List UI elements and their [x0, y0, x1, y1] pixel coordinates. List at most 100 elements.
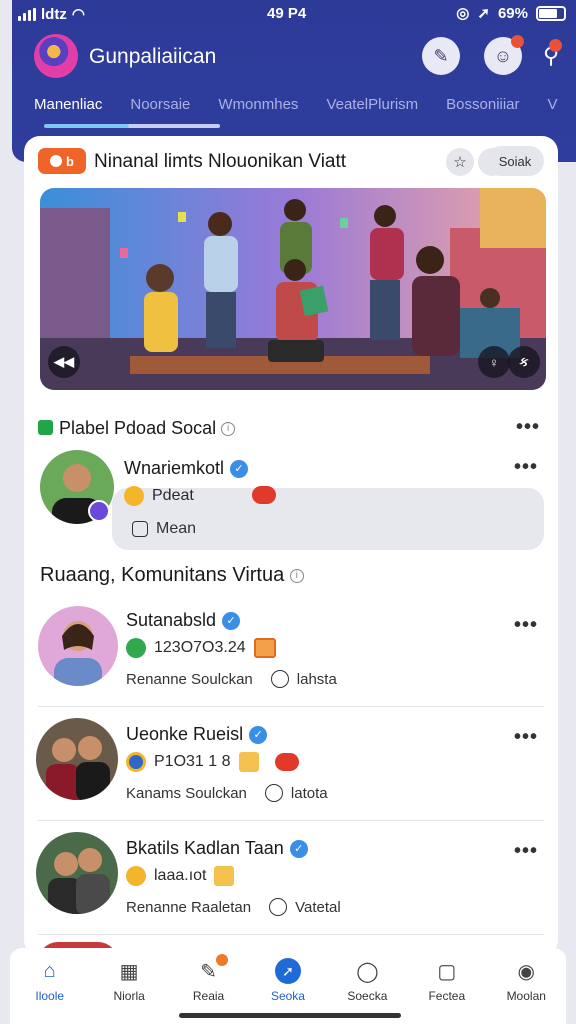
reply-label: Mean: [156, 520, 197, 537]
user-sub: Renanne Soulckan lahsta: [126, 670, 337, 688]
nav-label: Moolan: [506, 989, 546, 1003]
alarm-icon: ◎: [456, 5, 470, 22]
nav-calendar[interactable]: ▦ Niorla: [89, 948, 168, 1024]
user-name-text: Bkatils Kadlan Taan: [126, 838, 284, 858]
radio-icon[interactable]: [269, 898, 288, 916]
section-icon: [38, 419, 53, 435]
chat-icon: ◯: [356, 960, 379, 983]
divider: [38, 934, 544, 935]
user-name-text: Sutanabsld: [126, 610, 217, 630]
live-badge-label: b: [66, 153, 74, 169]
badge-icon: [126, 752, 146, 772]
nav-label: Fectea: [428, 989, 466, 1003]
section-title-text: Plabel Pdoad Socal: [59, 418, 217, 438]
more-options-button[interactable]: •••: [516, 416, 540, 439]
nav-badge: [215, 954, 228, 966]
clipboard-icon: ▢: [437, 960, 457, 983]
user-name[interactable]: Bkatils Kadlan Taan ✓: [126, 838, 308, 859]
nav-label: Niorla: [113, 989, 145, 1003]
home-icon: ⌂: [43, 959, 56, 982]
user-sub-right: latota: [290, 784, 328, 802]
hero-prev-button[interactable]: ◀◀: [48, 346, 80, 378]
tab-3[interactable]: VeatelPlurism: [326, 92, 418, 132]
user-more-button[interactable]: •••: [514, 614, 538, 637]
avatar[interactable]: [36, 832, 118, 914]
user-meta: laaa.ıot: [126, 866, 235, 886]
check-icon: [126, 638, 146, 658]
nav-label: Iloole: [35, 989, 65, 1003]
user-sub-right: lahsta: [296, 670, 337, 688]
avatar[interactable]: [36, 718, 118, 800]
tab-indicator: [44, 124, 220, 128]
user-name[interactable]: Ueonke Rueisl ✓: [126, 724, 268, 745]
post-meta-text: Pdeat: [152, 487, 194, 504]
user-name-text: Ueonke Rueisl: [126, 724, 244, 744]
user-meta-text: laaa.ıot: [154, 867, 207, 884]
hero-image[interactable]: ◀◀ ♀ ક: [40, 188, 546, 390]
user-sub-right: Vatetal: [295, 898, 341, 916]
compose-icon: ✎: [433, 45, 449, 66]
calendar-icon: ▦: [119, 960, 139, 983]
section-2-title-text: Ruaang, Komunitans Virtua: [40, 564, 285, 586]
user-meta-text: P1O31 1 8: [154, 753, 231, 770]
info-icon[interactable]: i: [289, 568, 304, 583]
megaphone-icon: ✎: [196, 954, 228, 984]
status-bar: ldtz ◠ 49 P4 ◎ ➚ 69%: [12, 0, 576, 28]
user-more-button[interactable]: •••: [514, 840, 538, 863]
user-meta: P1O31 1 8: [126, 752, 299, 772]
tab-5[interactable]: V: [548, 92, 558, 132]
hero-illustration: [40, 188, 546, 390]
post-meta: Pdeat: [124, 486, 194, 506]
avatar[interactable]: [38, 606, 118, 686]
wifi-icon: ◠: [71, 6, 85, 23]
tab-2[interactable]: Wmonmhes: [218, 92, 298, 132]
nav-home[interactable]: ⌂ Iloole: [10, 948, 89, 1024]
section-title-community: Ruaang, Komunitans Virtua i: [40, 564, 304, 587]
verified-icon: ✓: [289, 840, 308, 859]
nav-profile[interactable]: ◉ Moolan: [487, 948, 566, 1024]
divider: [38, 706, 544, 707]
user-name[interactable]: Sutanabsld ✓: [126, 610, 241, 631]
rewind-icon: ◀◀: [54, 354, 74, 369]
user-meta-text: 123O7O3.24: [154, 639, 246, 656]
carrier-label: ldtz: [41, 5, 67, 23]
search-button[interactable]: ⚲: [532, 37, 570, 75]
live-icon: [50, 155, 63, 167]
nav-label: Soecka: [347, 989, 388, 1003]
save-button[interactable]: Soiak: [486, 146, 544, 176]
favorite-button[interactable]: ☆: [446, 148, 474, 176]
user-meta: 123O7O3.24: [126, 638, 276, 658]
post-author[interactable]: Wnariemkotl ✓: [124, 458, 249, 479]
user-sub-left: Renanne Soulckan: [126, 670, 253, 688]
tab-4[interactable]: Bossoniiiar: [446, 92, 519, 132]
radio-icon[interactable]: [270, 670, 289, 688]
reaction-icon: ♀: [489, 354, 499, 370]
hero-react-button[interactable]: ♀: [478, 346, 510, 378]
radio-icon[interactable]: [264, 784, 283, 802]
verified-icon: ✓: [222, 612, 241, 631]
app-logo[interactable]: [34, 34, 78, 78]
notification-dot: [511, 35, 524, 48]
user-more-button[interactable]: •••: [514, 726, 538, 749]
notifications-button[interactable]: ☺: [484, 35, 524, 75]
status-time: 49 P4: [267, 5, 307, 22]
featured-title: Ninanal limts Nlouonikan Viatt: [94, 151, 347, 172]
info-icon[interactable]: i: [221, 422, 236, 437]
feed-card: b Ninanal limts Nlouonikan Viatt ☆ ક Soi…: [24, 136, 558, 956]
user-sub-left: Renanne Raaletan: [126, 898, 252, 916]
tag-icon: [238, 752, 259, 772]
live-badge[interactable]: b: [38, 148, 86, 174]
heart-icon[interactable]: [274, 753, 299, 771]
hero-next-button[interactable]: ક: [508, 346, 540, 378]
bell-icon: ☺: [493, 45, 513, 66]
post-more-button[interactable]: •••: [514, 456, 538, 479]
featured-header: b Ninanal limts Nlouonikan Viatt ☆ ક Soi…: [38, 146, 544, 178]
smile-icon: [126, 866, 146, 886]
nav-clipboard[interactable]: ▢ Fectea: [407, 948, 486, 1024]
verified-icon: ✓: [230, 460, 249, 479]
heart-icon[interactable]: [252, 486, 276, 504]
star-icon: ☆: [453, 154, 467, 171]
user-sub: Kanams Soulckan latota: [126, 784, 328, 802]
compose-button[interactable]: ✎: [422, 37, 460, 75]
battery-icon: [536, 5, 566, 21]
